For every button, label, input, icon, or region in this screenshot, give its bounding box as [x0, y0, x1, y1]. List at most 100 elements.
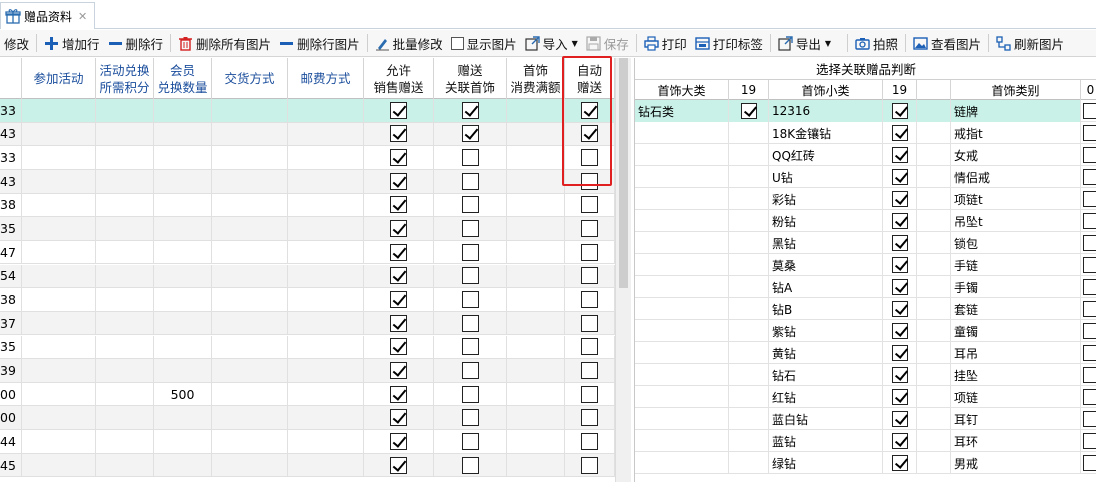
big-category-cell[interactable] [635, 254, 729, 276]
empty-cell[interactable] [96, 359, 154, 382]
row-id-cell[interactable]: 44 [0, 430, 22, 453]
empty-cell[interactable] [96, 240, 154, 264]
jewelry-category-checkbox[interactable] [1082, 345, 1096, 361]
scrollbar-thumb[interactable] [619, 58, 628, 288]
allow-cell[interactable] [364, 99, 434, 122]
jewelry-category-checkbox[interactable] [1082, 257, 1096, 273]
allow-cell[interactable] [364, 430, 434, 453]
auto-checkbox[interactable] [581, 101, 598, 119]
small-category-checkbox[interactable] [891, 147, 908, 163]
allow-cell[interactable] [364, 240, 434, 264]
empty-cell[interactable] [96, 288, 154, 311]
auto-checkbox[interactable] [581, 196, 598, 214]
auto-cell[interactable] [565, 335, 615, 359]
jewelry-category-check-cell[interactable] [1081, 364, 1096, 386]
gift-cell[interactable] [434, 264, 507, 288]
jewelry-category-checkbox[interactable] [1082, 367, 1096, 383]
auto-cell[interactable] [565, 382, 615, 406]
empty-cell[interactable] [288, 264, 364, 288]
member-qty-cell[interactable] [154, 359, 212, 382]
empty-cell[interactable] [212, 122, 288, 146]
auto-checkbox[interactable] [581, 172, 598, 190]
small-category-cell[interactable]: 彩钻 [769, 188, 883, 210]
big-category-cell[interactable] [635, 166, 729, 188]
big-category-check-cell[interactable] [729, 144, 769, 166]
small-category-checkbox[interactable] [891, 279, 908, 295]
empty-cell[interactable] [212, 169, 288, 193]
big-category-check-cell[interactable] [729, 408, 769, 430]
table-row[interactable]: 35 [0, 335, 615, 360]
empty-cell[interactable] [212, 193, 288, 217]
table-row[interactable]: 47 [0, 240, 615, 265]
big-category-cell[interactable] [635, 320, 729, 342]
row-id-cell[interactable]: 47 [0, 240, 22, 264]
close-icon[interactable]: ✕ [78, 10, 87, 23]
empty-cell[interactable] [22, 359, 96, 382]
auto-checkbox[interactable] [581, 385, 598, 403]
delete-all-images-button[interactable]: 删除所有图片 [174, 32, 275, 54]
print-button[interactable]: 打印 [640, 32, 691, 54]
refresh-images-button[interactable]: 刷新图片 [992, 32, 1068, 54]
empty-cell[interactable] [96, 311, 154, 335]
jewelry-category-cell[interactable]: 手链 [951, 254, 1081, 276]
big-category-check-cell[interactable] [729, 122, 769, 144]
small-category-check-cell[interactable] [883, 452, 917, 474]
gift-checkbox[interactable] [461, 101, 479, 119]
table-row[interactable]: 38 [0, 193, 615, 218]
member-qty-cell[interactable] [154, 453, 212, 477]
member-qty-cell[interactable]: 500 [154, 382, 212, 406]
allow-cell[interactable] [364, 453, 434, 477]
row-id-cell[interactable]: 33 [0, 99, 22, 122]
jewelry-category-cell[interactable]: 链牌 [951, 100, 1081, 122]
jewelry-category-checkbox[interactable] [1082, 301, 1096, 317]
auto-cell[interactable] [565, 359, 615, 382]
header-jewelry-category[interactable]: 首饰类别 [951, 80, 1081, 100]
empty-cell[interactable] [212, 382, 288, 406]
jewelry-category-check-cell[interactable] [1081, 386, 1096, 408]
jewelry-category-cell[interactable]: 童镯 [951, 320, 1081, 342]
empty-cell[interactable] [507, 311, 565, 335]
auto-cell[interactable] [565, 264, 615, 288]
empty-cell[interactable] [22, 264, 96, 288]
gift-cell[interactable] [434, 193, 507, 217]
empty-cell[interactable] [22, 122, 96, 146]
empty-cell[interactable] [96, 217, 154, 240]
empty-cell[interactable] [288, 146, 364, 169]
table-row[interactable]: 00 500 [0, 382, 615, 407]
small-category-cell[interactable]: 12316 [769, 100, 883, 122]
empty-cell[interactable] [212, 406, 288, 430]
empty-cell[interactable] [288, 99, 364, 122]
delete-row-button[interactable]: 删除行 [104, 32, 168, 54]
small-category-checkbox[interactable] [891, 169, 908, 185]
allow-cell[interactable] [364, 406, 434, 430]
allow-cell[interactable] [364, 193, 434, 217]
empty-cell[interactable] [288, 122, 364, 146]
empty-cell[interactable] [212, 335, 288, 359]
empty-cell[interactable] [288, 335, 364, 359]
gift-checkbox[interactable] [461, 125, 479, 143]
header-big-category[interactable]: 首饰大类 [635, 80, 729, 100]
allow-cell[interactable] [364, 288, 434, 311]
small-category-checkbox[interactable] [891, 345, 908, 361]
table-row[interactable]: 35 [0, 217, 615, 241]
allow-cell[interactable] [364, 217, 434, 240]
big-category-cell[interactable] [635, 122, 729, 144]
gift-checkbox[interactable] [461, 267, 479, 285]
allow-checkbox[interactable] [390, 456, 407, 474]
auto-checkbox[interactable] [581, 432, 598, 450]
auto-checkbox[interactable] [581, 456, 598, 474]
empty-cell[interactable] [22, 193, 96, 217]
big-category-check-cell[interactable] [729, 320, 769, 342]
small-category-cell[interactable]: 钻B [769, 298, 883, 320]
allow-checkbox[interactable] [390, 172, 407, 190]
auto-checkbox[interactable] [581, 267, 598, 285]
gift-cell[interactable] [434, 169, 507, 193]
empty-cell[interactable] [288, 288, 364, 311]
jewelry-category-cell[interactable]: 男戒 [951, 452, 1081, 474]
jewelry-category-cell[interactable]: 耳钉 [951, 408, 1081, 430]
member-qty-cell[interactable] [154, 122, 212, 146]
big-category-cell[interactable] [635, 276, 729, 298]
jewelry-category-check-cell[interactable] [1081, 188, 1096, 210]
small-category-check-cell[interactable] [883, 364, 917, 386]
gift-cell[interactable] [434, 240, 507, 264]
